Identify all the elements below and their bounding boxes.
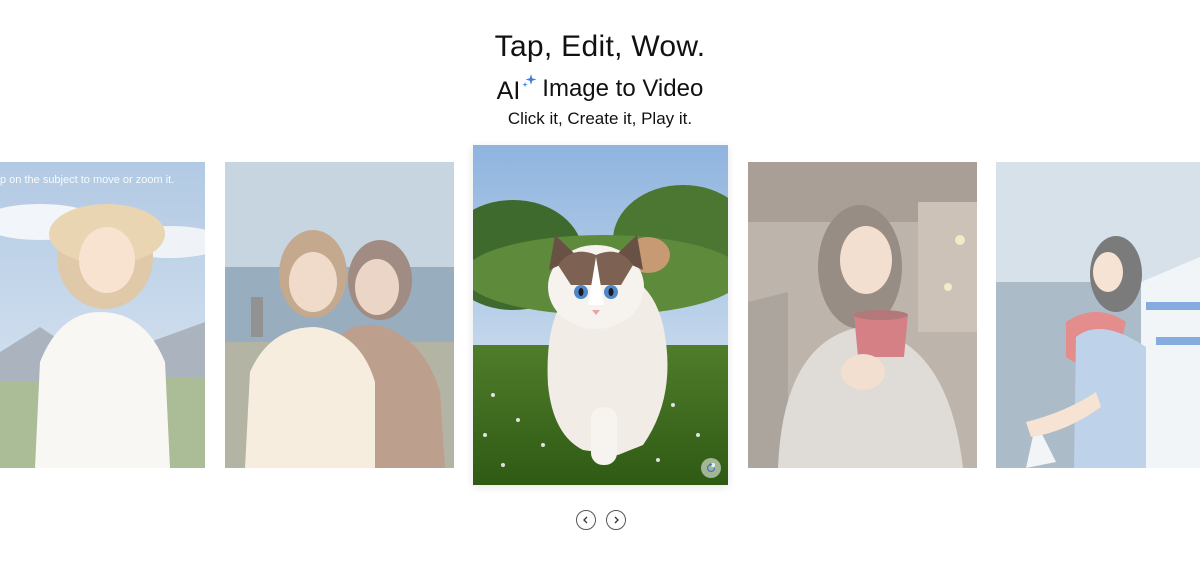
sparkle-icon: [522, 67, 538, 95]
slide-4-image: [748, 162, 977, 468]
slide-2-image: [225, 162, 454, 468]
chevron-right-icon: [614, 516, 619, 524]
slide-1-image: [0, 162, 205, 468]
ai-label: AI: [496, 77, 521, 105]
slide-5-image: [996, 162, 1200, 468]
carousel-slide-5[interactable]: [996, 162, 1200, 468]
slide-3-image: [473, 145, 728, 485]
replay-icon[interactable]: [701, 458, 721, 478]
carousel-next-button[interactable]: [606, 510, 626, 530]
subhead-text: Image to Video: [542, 74, 704, 102]
page-subhead: AI Image to Video: [0, 73, 1200, 105]
carousel-prev-button[interactable]: [576, 510, 596, 530]
carousel-slide-4[interactable]: [748, 162, 977, 468]
carousel-slide-1[interactable]: p on the subject to move or zoom it.: [0, 162, 205, 468]
chevron-left-icon: [583, 516, 588, 524]
slide-hint: p on the subject to move or zoom it.: [0, 174, 175, 186]
carousel-slide-3[interactable]: [473, 145, 728, 485]
page-tagline: Click it, Create it, Play it.: [507, 109, 693, 128]
carousel-slide-2[interactable]: [225, 162, 454, 468]
page-headline: Tap, Edit, Wow.: [494, 30, 706, 63]
